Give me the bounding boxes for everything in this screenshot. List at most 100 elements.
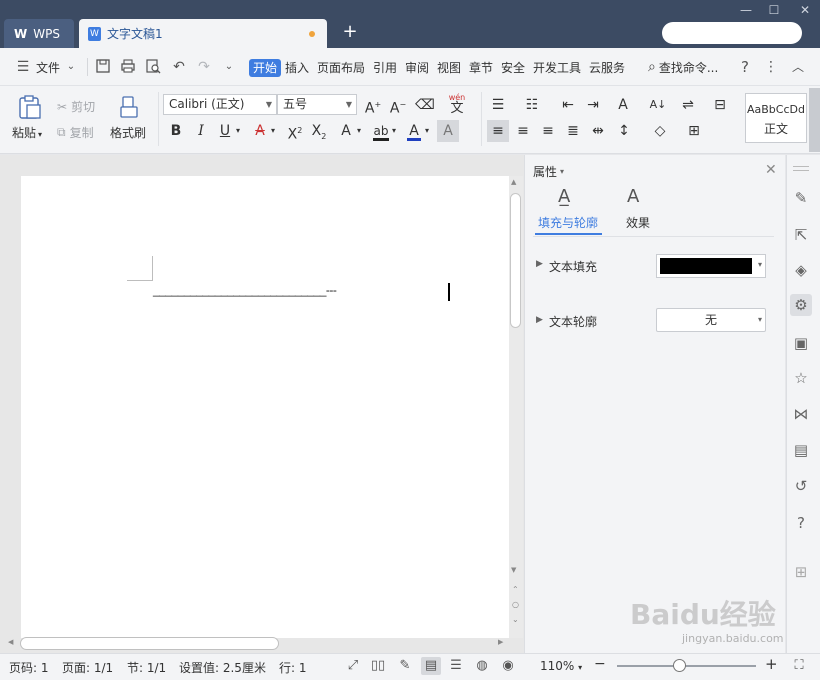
document-text[interactable]: ____________________________--- bbox=[153, 283, 337, 297]
fit-window-icon[interactable]: ⛶ bbox=[789, 657, 809, 675]
zoom-in-icon[interactable]: + bbox=[765, 655, 778, 673]
zoom-slider-thumb[interactable] bbox=[673, 659, 687, 672]
text-fill-label[interactable]: 文本填充 bbox=[549, 258, 597, 275]
hamburger-menu-icon[interactable]: ☰ bbox=[14, 58, 32, 76]
archive-icon[interactable]: ▤ bbox=[790, 439, 812, 461]
menu-tab-home[interactable]: 开始 bbox=[249, 59, 282, 77]
distributed-align-icon[interactable]: ⇹ bbox=[587, 120, 609, 142]
style-gallery-scrollbar[interactable] bbox=[809, 88, 820, 152]
help-circle-icon[interactable]: ? bbox=[790, 512, 812, 534]
menu-tab-insert[interactable]: 插入 bbox=[285, 59, 309, 77]
borders-icon[interactable]: ⊞ bbox=[683, 120, 705, 142]
user-account-area[interactable] bbox=[662, 22, 802, 44]
select-cursor-icon[interactable]: ⇱ bbox=[790, 224, 812, 246]
apps-grid-icon[interactable]: ⊞ bbox=[790, 561, 812, 583]
star-icon[interactable]: ☆ bbox=[790, 367, 812, 389]
status-page-number[interactable]: 页码: 1 bbox=[9, 659, 49, 676]
print-icon[interactable] bbox=[120, 58, 138, 74]
increase-indent-icon[interactable]: ⇥ bbox=[582, 94, 604, 116]
change-case-icon[interactable]: A bbox=[612, 94, 634, 116]
font-color-icon[interactable]: A bbox=[403, 120, 425, 142]
status-row[interactable]: 行: 1 bbox=[279, 659, 307, 676]
close-panel-icon[interactable]: ✕ bbox=[765, 162, 777, 178]
new-tab-button[interactable]: + bbox=[340, 22, 360, 42]
format-painter-icon[interactable] bbox=[118, 95, 140, 119]
expand-arrow-icon[interactable]: ▶ bbox=[536, 259, 543, 269]
decrease-indent-icon[interactable]: ⇤ bbox=[557, 94, 579, 116]
menu-tab-chapter[interactable]: 章节 bbox=[469, 59, 493, 77]
more-options-icon[interactable]: ⋮ bbox=[764, 58, 778, 76]
dropdown-arrow-icon[interactable]: ▾ bbox=[271, 126, 275, 135]
print-preview-icon[interactable] bbox=[145, 58, 163, 74]
zoom-slider-track[interactable] bbox=[617, 665, 756, 667]
command-search[interactable]: ⌕ 查找命令... bbox=[648, 58, 718, 76]
maximize-icon[interactable]: ☐ bbox=[762, 2, 786, 18]
quick-access-dropdown-icon[interactable]: ⌄ bbox=[221, 58, 237, 76]
menu-tab-developer[interactable]: 开发工具 bbox=[533, 59, 581, 77]
sidebar-drag-handle-icon[interactable] bbox=[793, 166, 809, 171]
dropdown-arrow-icon[interactable]: ▾ bbox=[357, 126, 361, 135]
edit-pen-icon[interactable]: ✎ bbox=[790, 187, 812, 209]
paste-button[interactable]: 粘贴 ▾ bbox=[12, 124, 42, 141]
style-normal[interactable]: AaBbCcDd 正文 bbox=[745, 93, 807, 143]
menu-tab-security[interactable]: 安全 bbox=[501, 59, 525, 77]
collapse-ribbon-icon[interactable]: ︿ bbox=[789, 58, 807, 76]
page-view-icon[interactable]: ▤ bbox=[421, 657, 441, 675]
align-left-icon[interactable]: ≡ bbox=[487, 120, 509, 142]
italic-icon[interactable]: I bbox=[190, 120, 212, 142]
expand-arrow-icon[interactable]: ▶ bbox=[536, 315, 543, 325]
menu-tab-view[interactable]: 视图 bbox=[437, 59, 461, 77]
highlight-icon[interactable]: ab bbox=[370, 120, 392, 142]
web-layout-icon[interactable]: ◍ bbox=[472, 657, 492, 675]
format-painter-button[interactable]: 格式刷 bbox=[110, 124, 146, 141]
prev-page-icon[interactable]: ⌃ bbox=[512, 585, 519, 594]
bullet-list-icon[interactable]: ☰ bbox=[487, 94, 509, 116]
clear-formatting-icon[interactable]: ⌫ bbox=[414, 94, 436, 116]
document-tab[interactable]: W 文字文稿1 bbox=[79, 19, 327, 48]
text-outline-select[interactable]: 无 ▾ bbox=[656, 308, 766, 332]
status-page-count[interactable]: 页面: 1/1 bbox=[62, 659, 113, 676]
save-icon[interactable] bbox=[95, 58, 113, 74]
chevron-down-icon[interactable]: ⌄ bbox=[64, 58, 78, 76]
eye-protection-icon[interactable]: ◉ bbox=[498, 657, 518, 675]
cut-button[interactable]: ✂ 剪切 bbox=[57, 98, 95, 115]
justify-icon[interactable]: ≣ bbox=[562, 120, 584, 142]
scroll-left-icon[interactable]: ◀ bbox=[8, 638, 13, 646]
tab-effect[interactable]: 效果 bbox=[626, 214, 650, 231]
share-icon[interactable]: ⋈ bbox=[790, 403, 812, 425]
select-browse-object-icon[interactable]: ○ bbox=[512, 600, 519, 609]
help-icon[interactable]: ? bbox=[737, 58, 753, 76]
document-page[interactable] bbox=[21, 176, 509, 638]
dropdown-arrow-icon[interactable]: ▾ bbox=[425, 126, 429, 135]
copy-button[interactable]: ⧉ 复制 bbox=[57, 124, 94, 141]
horizontal-scroll-thumb[interactable] bbox=[20, 637, 279, 650]
vertical-scroll-thumb[interactable] bbox=[510, 193, 521, 328]
paste-icon[interactable] bbox=[16, 94, 42, 120]
next-page-icon[interactable]: ⌄ bbox=[512, 615, 519, 624]
menu-tab-review[interactable]: 审阅 bbox=[405, 59, 429, 77]
reading-mode-icon[interactable]: ▯▯ bbox=[368, 657, 388, 675]
menu-tab-cloud[interactable]: 云服务 bbox=[589, 59, 625, 77]
minimize-icon[interactable]: — bbox=[734, 2, 758, 18]
image-library-icon[interactable]: ▣ bbox=[790, 332, 812, 354]
sort-icon[interactable]: A↓ bbox=[647, 94, 669, 116]
dropdown-arrow-icon[interactable]: ▾ bbox=[392, 126, 396, 135]
subscript-icon[interactable]: X2 bbox=[308, 120, 330, 142]
zoom-level-select[interactable]: 110% ▾ bbox=[540, 659, 582, 673]
zoom-out-icon[interactable]: − bbox=[594, 656, 606, 672]
paragraph-shading-icon[interactable]: ◇ bbox=[649, 120, 671, 142]
increase-font-size-icon[interactable]: A+ bbox=[362, 94, 384, 117]
scroll-right-icon[interactable]: ▶ bbox=[498, 638, 503, 646]
history-icon[interactable]: ↺ bbox=[790, 475, 812, 497]
menu-tab-page-layout[interactable]: 页面布局 bbox=[317, 59, 365, 77]
tab-fill-outline[interactable]: 填充与轮廓 bbox=[538, 214, 598, 231]
redo-icon[interactable]: ↷ bbox=[195, 58, 213, 76]
shapes-icon[interactable]: ◈ bbox=[790, 259, 812, 281]
scroll-down-icon[interactable]: ▼ bbox=[511, 566, 516, 574]
bold-icon[interactable]: B bbox=[165, 120, 187, 142]
show-paragraph-marks-icon[interactable]: ⊟ bbox=[709, 94, 731, 116]
undo-icon[interactable]: ↶ bbox=[170, 58, 188, 76]
line-spacing-icon[interactable]: ↕ bbox=[613, 120, 635, 142]
text-fill-color-picker[interactable]: ▾ bbox=[656, 254, 766, 278]
align-right-icon[interactable]: ≡ bbox=[537, 120, 559, 142]
